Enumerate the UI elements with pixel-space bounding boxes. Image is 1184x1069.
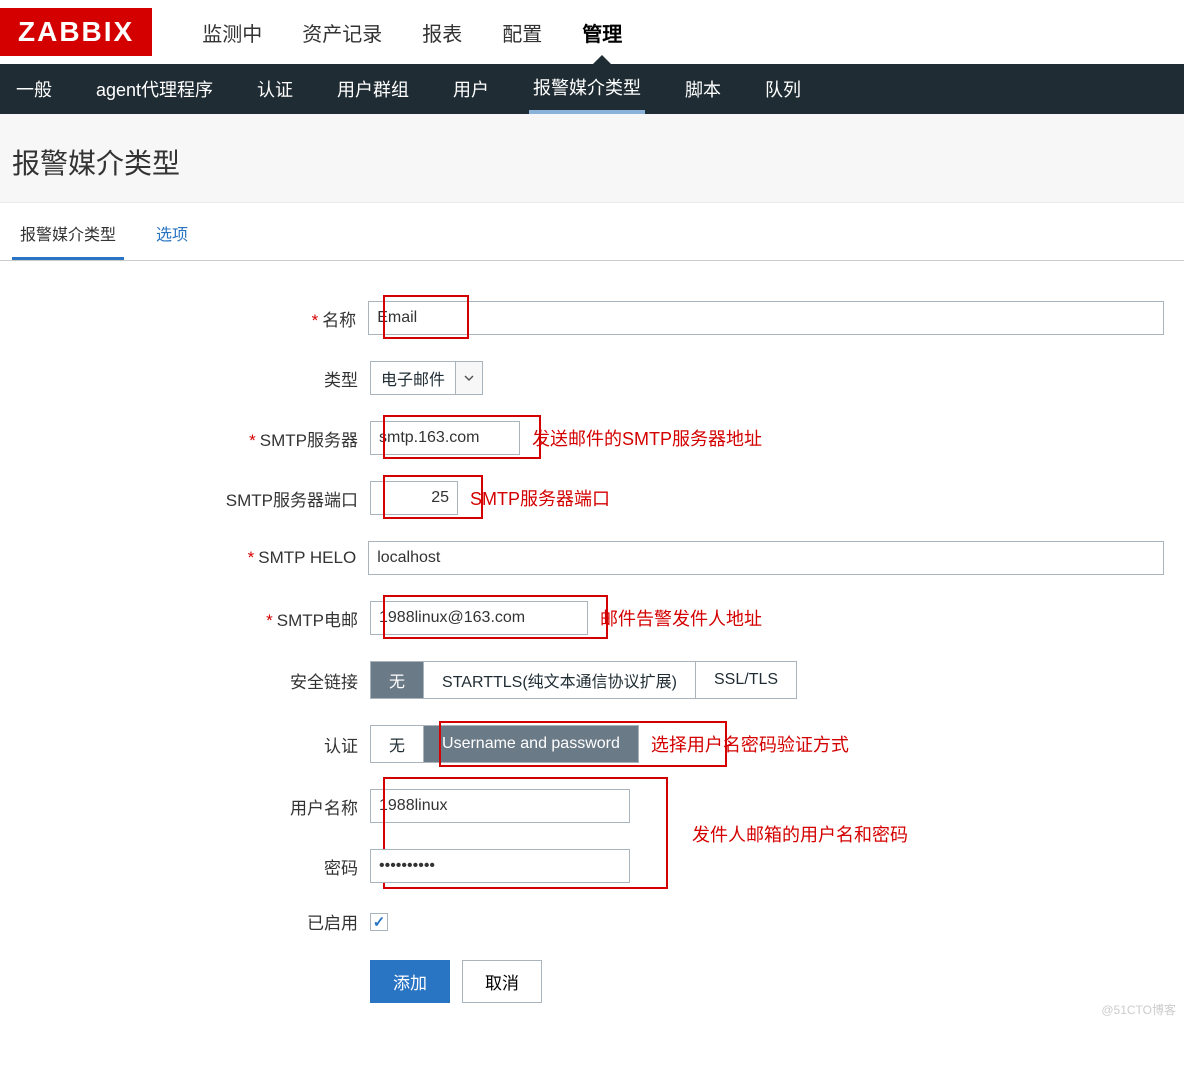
auth-option-userpass[interactable]: Username and password	[424, 726, 638, 762]
row-enabled: 已启用	[20, 909, 1164, 934]
label-smtp-email: *SMTP电邮	[20, 606, 370, 631]
subnav-users[interactable]: 用户	[449, 64, 493, 114]
topnav-monitoring[interactable]: 监测中	[202, 18, 262, 47]
row-security: 安全链接 无 STARTTLS(纯文本通信协议扩展) SSL/TLS	[20, 661, 1164, 699]
subnav: 一般 agent代理程序 认证 用户群组 用户 报警媒介类型 脚本 队列	[0, 64, 1184, 114]
tab-media-type[interactable]: 报警媒介类型	[12, 203, 124, 260]
row-smtp-helo: *SMTP HELO	[20, 541, 1164, 575]
row-actions: 添加 取消	[20, 960, 1164, 1003]
label-password: 密码	[20, 854, 370, 879]
auth-option-none[interactable]: 无	[371, 726, 424, 762]
note-credentials: 发件人邮箱的用户名和密码	[692, 821, 908, 847]
watermark: @51CTO博客	[1101, 1001, 1176, 1018]
content-tabs: 报警媒介类型 选项	[0, 203, 1184, 261]
row-name: *名称	[20, 301, 1164, 335]
note-smtp-server: 发送邮件的SMTP服务器地址	[532, 425, 762, 451]
label-type: 类型	[20, 366, 370, 391]
subnav-groups[interactable]: 用户群组	[333, 64, 413, 114]
topnav-inventory[interactable]: 资产记录	[302, 18, 382, 47]
label-enabled: 已启用	[20, 909, 370, 934]
label-smtp-server: *SMTP服务器	[20, 426, 370, 451]
caret-down-icon	[592, 55, 612, 65]
row-smtp-port: SMTP服务器端口 SMTP服务器端口	[20, 481, 1164, 515]
auth-radio-group: 无 Username and password	[370, 725, 639, 763]
topnav-reports[interactable]: 报表	[422, 18, 462, 47]
row-smtp-email: *SMTP电邮 邮件告警发件人地址	[20, 601, 1164, 635]
subnav-general[interactable]: 一般	[12, 64, 56, 114]
subnav-queue[interactable]: 队列	[761, 64, 805, 114]
page-title: 报警媒介类型	[0, 114, 1184, 202]
topnav-admin[interactable]: 管理	[582, 18, 622, 47]
password-input[interactable]	[370, 849, 630, 883]
topbar: ZABBIX 监测中 资产记录 报表 配置 管理	[0, 0, 1184, 64]
submit-button[interactable]: 添加	[370, 960, 450, 1003]
form-area: *名称 类型 电子邮件 *SMTP服务器 发送邮件的SMTP服务器地址 SMTP…	[0, 261, 1184, 1069]
label-username: 用户名称	[20, 794, 370, 819]
smtp-helo-input[interactable]	[368, 541, 1164, 575]
subnav-scripts[interactable]: 脚本	[681, 64, 725, 114]
subnav-auth[interactable]: 认证	[253, 64, 297, 114]
row-type: 类型 电子邮件	[20, 361, 1164, 395]
content-panel: 报警媒介类型 选项 *名称 类型 电子邮件 *SMTP服务器 发送邮件的SMTP…	[0, 202, 1184, 1069]
label-smtp-port: SMTP服务器端口	[20, 486, 370, 511]
note-auth: 选择用户名密码验证方式	[651, 731, 849, 757]
tab-options[interactable]: 选项	[148, 203, 196, 260]
row-auth: 认证 无 Username and password 选择用户名密码验证方式	[20, 725, 1164, 763]
label-name: *名称	[20, 306, 368, 331]
security-option-starttls[interactable]: STARTTLS(纯文本通信协议扩展)	[424, 662, 696, 698]
security-option-none[interactable]: 无	[371, 662, 424, 698]
security-option-ssltls[interactable]: SSL/TLS	[696, 662, 796, 698]
note-smtp-email: 邮件告警发件人地址	[600, 605, 762, 631]
note-smtp-port: SMTP服务器端口	[470, 485, 610, 511]
smtp-email-input[interactable]	[370, 601, 588, 635]
chevron-down-icon[interactable]	[455, 362, 482, 394]
smtp-port-input[interactable]	[370, 481, 458, 515]
row-smtp-server: *SMTP服务器 发送邮件的SMTP服务器地址	[20, 421, 1164, 455]
row-username: 用户名称 发件人邮箱的用户名和密码	[20, 789, 1164, 823]
name-input[interactable]	[368, 301, 1164, 335]
label-security: 安全链接	[20, 668, 370, 693]
security-radio-group: 无 STARTTLS(纯文本通信协议扩展) SSL/TLS	[370, 661, 797, 699]
row-password: 密码	[20, 849, 1164, 883]
label-smtp-helo: *SMTP HELO	[20, 548, 368, 568]
brand-logo: ZABBIX	[0, 8, 152, 56]
type-select[interactable]: 电子邮件	[370, 361, 483, 395]
topnav-config[interactable]: 配置	[502, 18, 542, 47]
label-auth: 认证	[20, 732, 370, 757]
subnav-proxies[interactable]: agent代理程序	[92, 64, 217, 114]
username-input[interactable]	[370, 789, 630, 823]
subnav-media-types[interactable]: 报警媒介类型	[529, 64, 645, 114]
enabled-checkbox[interactable]	[370, 913, 388, 931]
cancel-button[interactable]: 取消	[462, 960, 542, 1003]
smtp-server-input[interactable]	[370, 421, 520, 455]
